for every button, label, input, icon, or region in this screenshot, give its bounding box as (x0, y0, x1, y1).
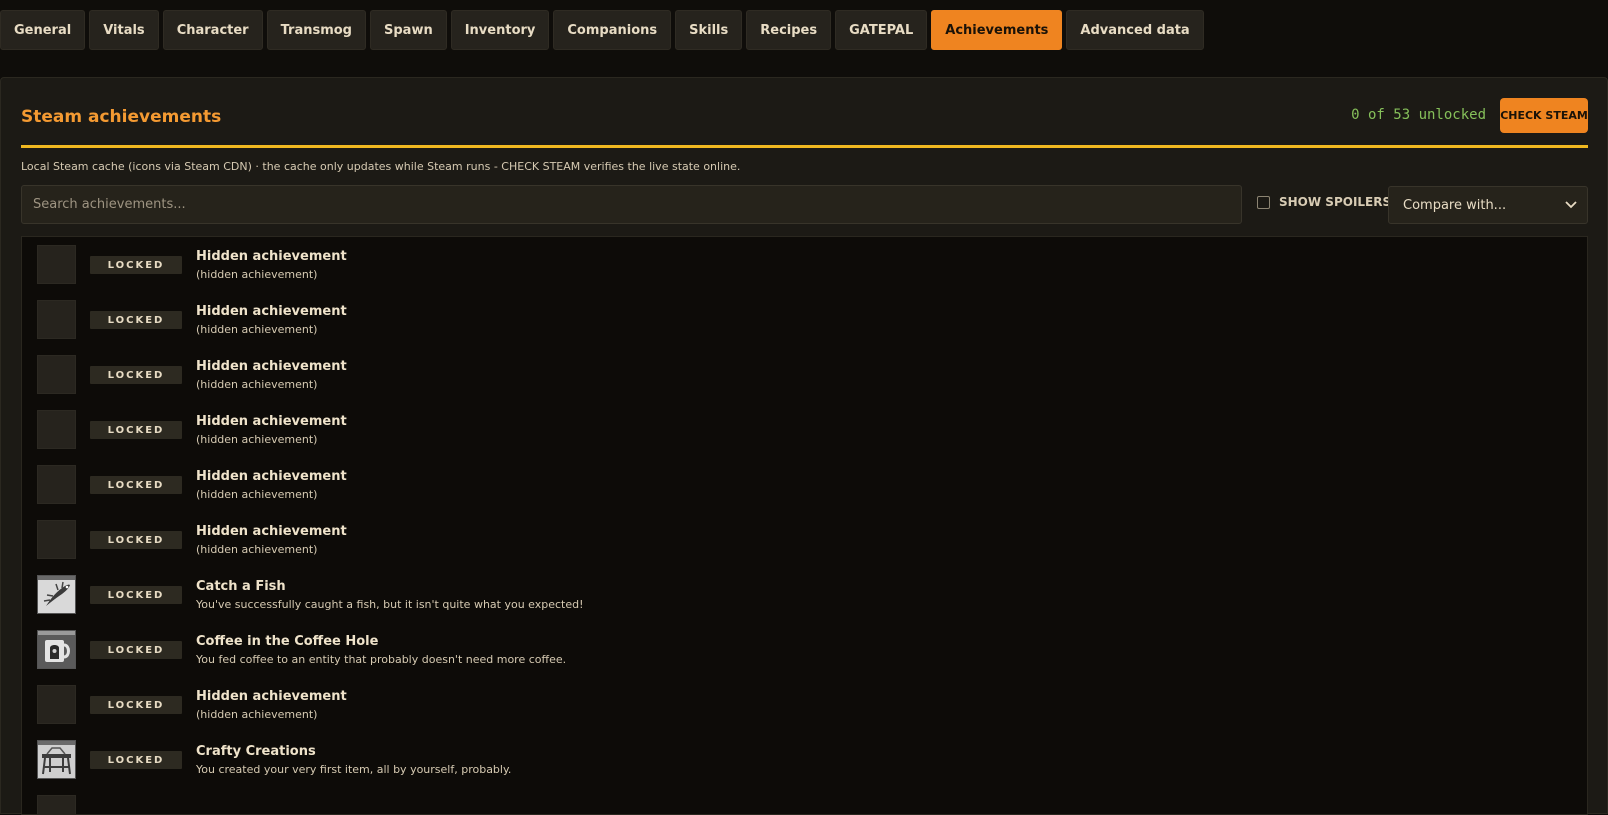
achievement-description: You've successfully caught a fish, but i… (196, 598, 584, 611)
compare-select[interactable]: Compare with... (1388, 186, 1588, 224)
achievement-description: (hidden achievement) (196, 488, 318, 501)
tab-transmog[interactable]: Transmog (266, 10, 366, 50)
tab-skills[interactable]: Skills (675, 10, 743, 50)
check-steam-button[interactable]: CHECK STEAM (1500, 98, 1588, 133)
achievement-row[interactable]: LOCKED Hidden achievement (hidden achievem… (22, 237, 1587, 293)
achievement-description: (hidden achievement) (196, 543, 318, 556)
compare-selected-value: Compare with... (1403, 197, 1507, 213)
achievement-row[interactable]: LOCKED Hidden achievement (hidden achievem… (22, 402, 1587, 458)
status-badge: LOCKED (90, 476, 182, 494)
status-badge: LOCKED (90, 366, 182, 384)
achievement-name: Hidden achievement (196, 469, 347, 484)
achievement-description: (hidden achievement) (196, 378, 318, 391)
page-title: Steam achievements (21, 107, 222, 127)
tab-recipes[interactable]: Recipes (746, 10, 832, 50)
placeholder-icon (37, 410, 76, 449)
achievement-row[interactable]: LOCKED Catch a Fish You've successfully ca… (22, 567, 1587, 623)
tab-general[interactable]: General (0, 10, 86, 50)
achievement-description: (hidden achievement) (196, 268, 318, 281)
status-badge: LOCKED (90, 421, 182, 439)
achievement-name: Catch a Fish (196, 579, 286, 594)
achievement-row[interactable]: LOCKED Crafty Creations You created your v… (22, 732, 1587, 788)
achievement-description: (hidden achievement) (196, 323, 318, 336)
achievement-description: (hidden achievement) (196, 433, 318, 446)
tab-inventory[interactable]: Inventory (450, 10, 550, 50)
placeholder-icon (37, 245, 76, 284)
placeholder-icon (37, 795, 76, 814)
spoilers-checkbox[interactable] (1257, 195, 1270, 209)
tab-advanced-data[interactable]: Advanced data (1066, 10, 1204, 50)
achievement-description: You created your very first item, all by… (196, 763, 512, 776)
achievement-row[interactable] (22, 787, 1587, 814)
achievement-name: Hidden achievement (196, 304, 347, 319)
status-badge: LOCKED (90, 751, 182, 769)
tab-achievements[interactable]: Achievements (931, 10, 1063, 50)
placeholder-icon (37, 685, 76, 724)
placeholder-icon (37, 355, 76, 394)
cache-note: Local Steam cache (icons via Steam CDN) … (21, 160, 741, 173)
achievement-row[interactable]: LOCKED Coffee in the Coffee Hole You fed c… (22, 622, 1587, 678)
panel-header: Steam achievements 0 of 53 unlocked CHEC… (21, 98, 1588, 148)
achievement-name: Hidden achievement (196, 359, 347, 374)
status-badge: LOCKED (90, 586, 182, 604)
tab-gatepal[interactable]: GATEPAL (835, 10, 928, 50)
status-badge: LOCKED (90, 311, 182, 329)
fish-icon (37, 575, 76, 614)
placeholder-icon (37, 465, 76, 504)
achievement-row[interactable]: LOCKED Hidden achievement (hidden achievem… (22, 457, 1587, 513)
achievement-list[interactable]: LOCKED Hidden achievement (hidden achievem… (21, 236, 1588, 815)
workbench-icon (37, 740, 76, 779)
placeholder-icon (37, 300, 76, 339)
spoilers-label: SHOW SPOILERS (1279, 195, 1392, 209)
status-badge: LOCKED (90, 641, 182, 659)
achievement-description: You fed coffee to an entity that probabl… (196, 653, 567, 666)
achievement-description: (hidden achievement) (196, 708, 318, 721)
show-spoilers-toggle[interactable]: SHOW SPOILERS (1257, 195, 1391, 209)
achievement-name: Hidden achievement (196, 524, 347, 539)
achievement-name: Hidden achievement (196, 689, 347, 704)
achievement-name: Hidden achievement (196, 414, 347, 429)
placeholder-icon (37, 520, 76, 559)
status-badge: LOCKED (90, 531, 182, 549)
tab-character[interactable]: Character (162, 10, 263, 50)
status-badge: LOCKED (90, 256, 182, 274)
achievement-row[interactable]: LOCKED Hidden achievement (hidden achievem… (22, 347, 1587, 403)
tab-bar: General Vitals Character Transmog Spawn Inven… (0, 10, 1204, 50)
chevron-down-icon (1565, 199, 1577, 212)
tab-spawn[interactable]: Spawn (370, 10, 447, 50)
achievement-name: Hidden achievement (196, 249, 347, 264)
achievement-row[interactable]: LOCKED Hidden achievement (hidden achievem… (22, 292, 1587, 348)
tab-companions[interactable]: Companions (553, 10, 672, 50)
achievements-panel: Steam achievements 0 of 53 unlocked CHEC… (0, 77, 1608, 815)
achievement-name: Coffee in the Coffee Hole (196, 634, 379, 649)
status-badge: LOCKED (90, 696, 182, 714)
unlock-count: 0 of 53 unlocked (1351, 107, 1486, 123)
search-input[interactable] (21, 185, 1242, 224)
achievement-row[interactable]: LOCKED Hidden achievement (hidden achievem… (22, 677, 1587, 733)
tab-vitals[interactable]: Vitals (89, 10, 159, 50)
achievement-name: Crafty Creations (196, 744, 316, 759)
coffee-mug-icon (37, 630, 76, 669)
achievement-row[interactable]: LOCKED Hidden achievement (hidden achievem… (22, 512, 1587, 568)
